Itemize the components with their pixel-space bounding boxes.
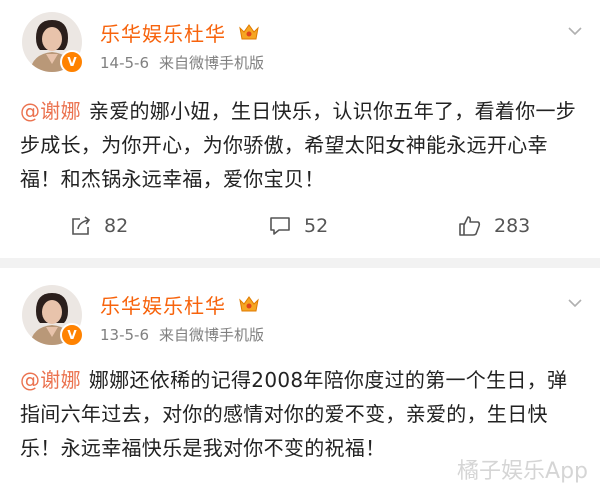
post-source: 来自微博手机版 bbox=[159, 326, 265, 344]
post-text: 娜娜还依稀的记得2008年陪你度过的第一个生日，弹指间六年过去，对你的感情对你的… bbox=[20, 368, 568, 460]
post-date: 13-5-6 bbox=[100, 326, 149, 344]
verified-badge-icon: V bbox=[60, 323, 84, 347]
username[interactable]: 乐华娱乐杜华 bbox=[100, 18, 226, 47]
comment-count: 52 bbox=[304, 215, 329, 237]
verified-badge-icon: V bbox=[60, 50, 84, 74]
thumbs-up-icon bbox=[459, 216, 481, 236]
vip-crown-icon bbox=[239, 24, 259, 40]
chevron-down-icon[interactable] bbox=[568, 26, 582, 36]
post-text: 亲爱的娜小妞，生日快乐，认识你五年了，看着你一步步成长，为你开心，为你骄傲，希望… bbox=[20, 99, 577, 191]
repost-icon bbox=[72, 216, 91, 235]
repost-button[interactable]: 82 bbox=[70, 201, 128, 251]
post-source: 来自微博手机版 bbox=[159, 54, 265, 72]
avatar[interactable]: V bbox=[22, 12, 84, 74]
watermark: 橘子娱乐App bbox=[457, 459, 588, 484]
post-divider bbox=[0, 258, 600, 268]
post-content: @谢娜 亲爱的娜小妞，生日快乐，认识你五年了，看着你一步步成长，为你开心，为你骄傲… bbox=[20, 94, 585, 196]
chevron-down-icon[interactable] bbox=[568, 298, 582, 308]
comment-button[interactable]: 52 bbox=[268, 201, 328, 251]
comment-icon bbox=[270, 217, 290, 235]
avatar[interactable]: V bbox=[22, 285, 84, 347]
mention-link[interactable]: @谢娜 bbox=[20, 99, 81, 123]
post-meta: 13-5-6 来自微博手机版 bbox=[100, 324, 264, 345]
like-button[interactable]: 283 bbox=[458, 201, 530, 251]
action-bar: 82 52 283 bbox=[0, 201, 600, 251]
post-date: 14-5-6 bbox=[100, 54, 149, 72]
like-count: 283 bbox=[494, 215, 531, 237]
vip-crown-icon bbox=[239, 296, 259, 312]
mention-link[interactable]: @谢娜 bbox=[20, 368, 81, 392]
post-content: @谢娜 娜娜还依稀的记得2008年陪你度过的第一个生日，弹指间六年过去，对你的感情… bbox=[20, 363, 585, 465]
post-meta: 14-5-6 来自微博手机版 bbox=[100, 52, 264, 73]
repost-count: 82 bbox=[104, 215, 129, 237]
username[interactable]: 乐华娱乐杜华 bbox=[100, 290, 226, 319]
